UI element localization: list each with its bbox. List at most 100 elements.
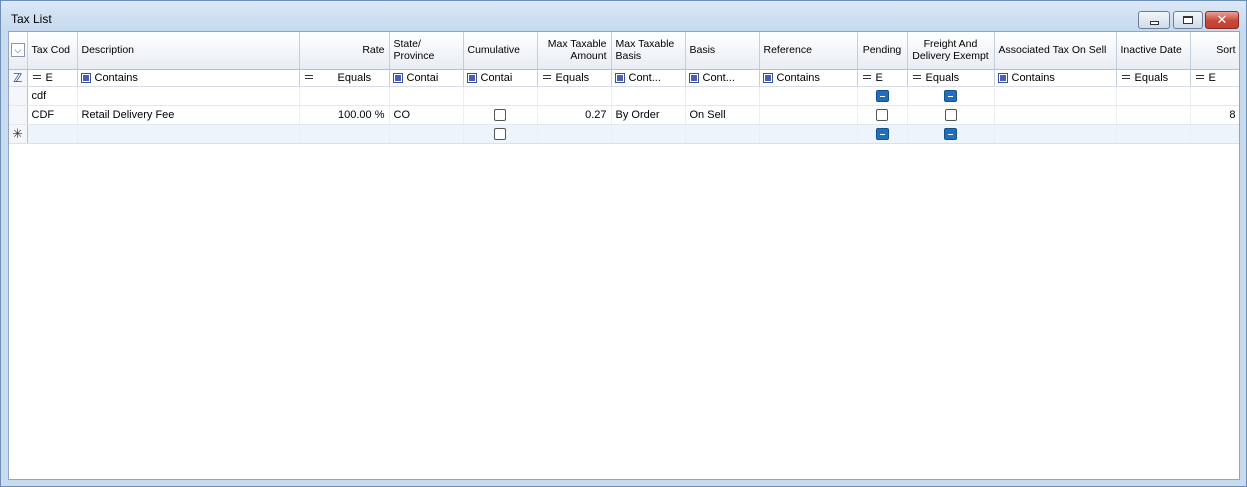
cell-reference[interactable] [759, 105, 858, 125]
new-cell-freight[interactable] [907, 124, 995, 144]
col-header-max-basis[interactable]: Max Taxable Basis [611, 32, 686, 70]
new-cell-inactive-date[interactable] [1116, 124, 1191, 144]
row-selector[interactable] [9, 86, 28, 106]
filter-rate[interactable]: Equals [299, 69, 390, 87]
filter-value-inactive-date[interactable] [1116, 86, 1191, 106]
col-header-rate[interactable]: Rate [299, 32, 390, 70]
new-cell-pending[interactable] [857, 124, 908, 144]
cell-inactive-date[interactable] [1116, 105, 1191, 125]
col-header-associated-tax[interactable]: Associated Tax On Sell [994, 32, 1117, 70]
filter-value-reference[interactable] [759, 86, 858, 106]
filter-value-tax-code[interactable]: cdf [27, 86, 78, 106]
contains-operator-icon[interactable] [614, 72, 625, 83]
freight-exempt-checkbox[interactable] [944, 108, 957, 121]
filter-value-associated-tax[interactable] [994, 86, 1117, 106]
indeterminate-checkbox[interactable] [944, 89, 957, 102]
new-row-selector[interactable]: ✳ [9, 124, 28, 144]
cell-state[interactable]: CO [389, 105, 464, 125]
cell-freight-exempt[interactable] [907, 105, 995, 125]
filter-pending[interactable]: E [857, 69, 908, 87]
col-header-basis[interactable]: Basis [685, 32, 760, 70]
indeterminate-checkbox[interactable] [875, 89, 889, 102]
new-cell-rate[interactable] [299, 124, 390, 144]
col-header-max-amount[interactable]: Max Taxable Amount [537, 32, 612, 70]
col-header-reference[interactable]: Reference [759, 32, 858, 70]
new-cell-description[interactable] [77, 124, 300, 144]
filter-value-cumulative[interactable] [463, 86, 538, 106]
cell-rate[interactable]: 100.00 % [299, 105, 390, 125]
indeterminate-checkbox[interactable] [875, 127, 889, 140]
col-header-inactive-date[interactable]: Inactive Date [1116, 32, 1191, 70]
filter-value-state[interactable] [389, 86, 464, 106]
contains-operator-icon[interactable] [392, 72, 403, 83]
maximize-button[interactable] [1173, 11, 1203, 29]
new-cell-state[interactable] [389, 124, 464, 144]
filter-value-pending[interactable] [857, 86, 908, 106]
new-cell-max-amount[interactable] [537, 124, 612, 144]
col-header-cumulative[interactable]: Cumulative [463, 32, 538, 70]
equals-operator-icon[interactable] [304, 74, 313, 79]
col-header-sort[interactable]: Sort [1190, 32, 1239, 70]
col-header-tax-code[interactable]: Tax Cod [27, 32, 78, 70]
filter-cumulative[interactable]: Contai [463, 69, 538, 87]
contains-operator-icon[interactable] [688, 72, 699, 83]
new-cell-tax-code[interactable] [27, 124, 78, 144]
filter-associated-tax[interactable]: Contains [994, 69, 1117, 87]
cell-associated-tax[interactable] [994, 105, 1117, 125]
equals-operator-icon[interactable] [862, 74, 871, 79]
filter-max-basis[interactable]: Cont... [611, 69, 686, 87]
equals-operator-icon[interactable] [1121, 74, 1130, 79]
filter-value-description[interactable] [77, 86, 300, 106]
new-cell-associated-tax[interactable] [994, 124, 1117, 144]
equals-operator-icon[interactable] [32, 74, 41, 79]
filter-value-rate[interactable] [299, 86, 390, 106]
contains-operator-icon[interactable] [466, 72, 477, 83]
equals-operator-icon[interactable] [912, 74, 921, 79]
indeterminate-checkbox[interactable] [944, 127, 957, 140]
table-row[interactable]: CDF Retail Delivery Fee 100.00 % CO 0.27… [9, 105, 1239, 125]
contains-operator-icon[interactable] [80, 72, 91, 83]
new-row[interactable]: ✳ [9, 124, 1239, 144]
filter-value-freight[interactable] [907, 86, 995, 106]
filter-value-basis[interactable] [685, 86, 760, 106]
col-header-state[interactable]: State/ Province [389, 32, 464, 70]
filter-state[interactable]: Contai [389, 69, 464, 87]
column-chooser-button[interactable]: ⌵ [9, 32, 28, 70]
col-header-freight-exempt[interactable]: Freight And Delivery Exempt [907, 32, 995, 70]
cell-max-basis[interactable]: By Order [611, 105, 686, 125]
cell-basis[interactable]: On Sell [685, 105, 760, 125]
filter-basis[interactable]: Cont... [685, 69, 760, 87]
contains-operator-icon[interactable] [997, 72, 1008, 83]
new-cell-cumulative[interactable] [463, 124, 538, 144]
filter-description[interactable]: Contains [77, 69, 300, 87]
row-selector[interactable] [9, 105, 28, 125]
cell-pending[interactable] [857, 105, 908, 125]
minimize-button[interactable] [1138, 11, 1170, 29]
filter-freight-exempt[interactable]: Equals [907, 69, 995, 87]
pending-checkbox[interactable] [876, 108, 888, 121]
new-cell-reference[interactable] [759, 124, 858, 144]
cell-tax-code[interactable]: CDF [27, 105, 78, 125]
filter-sort[interactable]: E [1190, 69, 1239, 87]
col-header-pending[interactable]: Pending [857, 32, 908, 70]
filter-value-max-amount[interactable] [537, 86, 612, 106]
new-cell-max-basis[interactable] [611, 124, 686, 144]
close-button[interactable]: ✕ [1205, 11, 1239, 29]
filter-inactive-date[interactable]: Equals [1116, 69, 1191, 87]
new-cell-basis[interactable] [685, 124, 760, 144]
new-cell-sort[interactable] [1190, 124, 1239, 144]
cell-cumulative[interactable] [463, 105, 538, 125]
cumulative-checkbox[interactable] [494, 127, 506, 140]
contains-operator-icon[interactable] [762, 72, 773, 83]
col-header-description[interactable]: Description [77, 32, 300, 70]
filter-value-max-basis[interactable] [611, 86, 686, 106]
filter-tax-code[interactable]: E [27, 69, 78, 87]
cell-sort[interactable]: 8 [1190, 105, 1239, 125]
cumulative-checkbox[interactable] [494, 108, 506, 121]
filter-reference[interactable]: Contains [759, 69, 858, 87]
equals-operator-icon[interactable] [1195, 74, 1204, 79]
cell-description[interactable]: Retail Delivery Fee [77, 105, 300, 125]
equals-operator-icon[interactable] [542, 74, 551, 79]
cell-max-amount[interactable]: 0.27 [537, 105, 612, 125]
filter-max-amount[interactable]: Equals [537, 69, 612, 87]
